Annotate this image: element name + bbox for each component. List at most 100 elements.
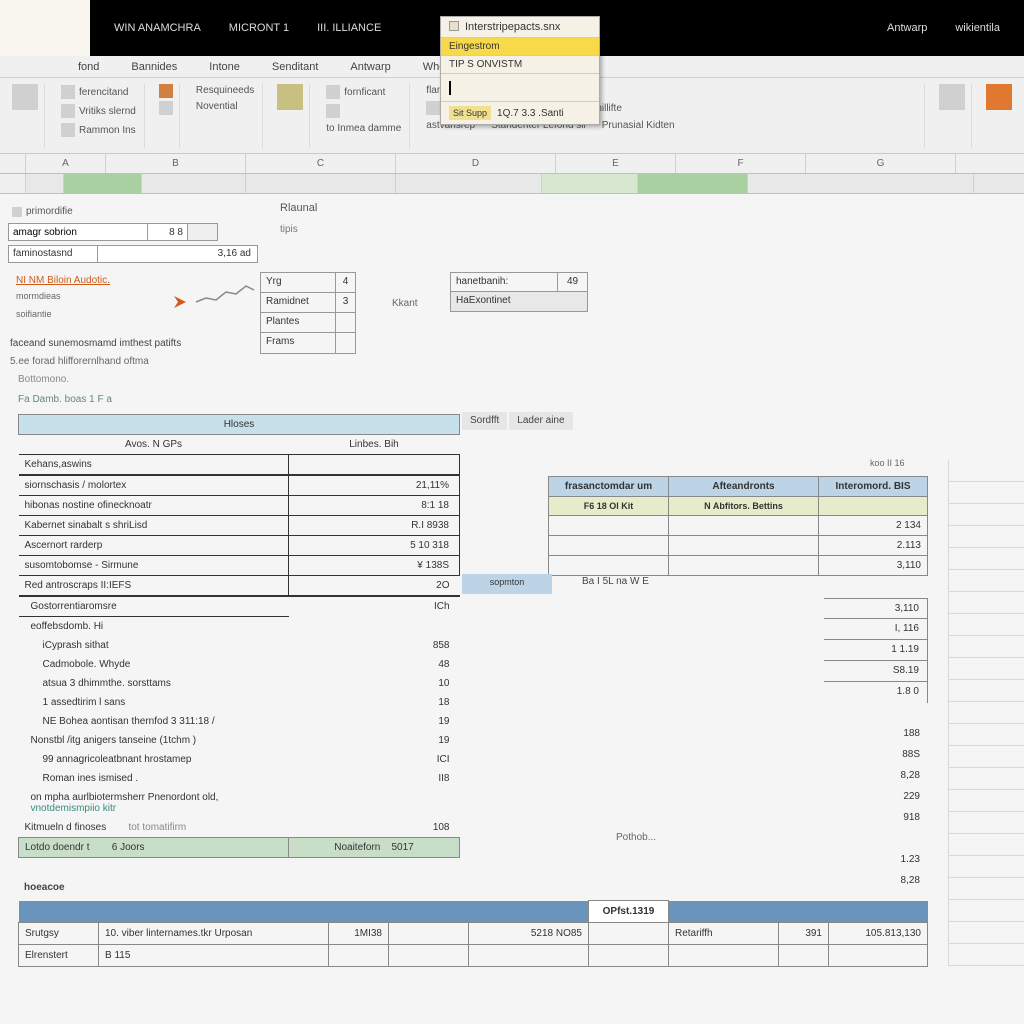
ribbon-btn-3[interactable]: Rammon Ins: [59, 122, 138, 138]
table-cell[interactable]: 5218 NO85: [469, 923, 589, 945]
format-icon[interactable]: [939, 84, 965, 110]
table-cell[interactable]: [669, 945, 779, 967]
titlebar-right-2[interactable]: wikientila: [951, 16, 1004, 40]
popup-input[interactable]: [441, 74, 599, 102]
table-row[interactable]: Roman ines ismised .: [19, 769, 289, 788]
table-cell[interactable]: [329, 945, 389, 967]
tab-1[interactable]: Sordfft: [462, 412, 507, 430]
ribbon-btn-6[interactable]: fornficant: [324, 84, 403, 100]
table-cell[interactable]: [589, 923, 669, 945]
rv-cell[interactable]: 8,28: [824, 871, 928, 892]
titlebar-tab-1[interactable]: WIN ANAMCHRA: [110, 16, 205, 40]
table-row[interactable]: 1 assedtirim l sans: [19, 693, 289, 712]
clipboard-icon[interactable]: [159, 101, 173, 115]
col-f[interactable]: F: [676, 154, 806, 173]
table-cell[interactable]: [589, 945, 669, 967]
ribbon-btn-2[interactable]: Vritiks slernd: [59, 103, 138, 119]
rv-cell[interactable]: I, 116: [824, 619, 928, 640]
table-row[interactable]: 99 annagricoleatbnant hrostamep: [19, 750, 289, 769]
table-cell[interactable]: [469, 945, 589, 967]
rv-cell[interactable]: 918: [824, 808, 928, 829]
rv-cell[interactable]: 3,110: [824, 598, 928, 619]
table-cell[interactable]: [549, 536, 669, 556]
titlebar-tab-3[interactable]: III. ILLIANCE: [313, 16, 385, 40]
ribbon-btn-14[interactable]: Prunasial Kidten: [600, 119, 677, 132]
table-cell[interactable]: 105.813,130: [829, 923, 928, 945]
col-d[interactable]: D: [396, 154, 556, 173]
rv-cell[interactable]: 1 1.19: [824, 640, 928, 661]
ribbon-btn-7[interactable]: [324, 103, 403, 119]
table-row[interactable]: Cadmobole. Whyde: [19, 655, 289, 674]
table-row[interactable]: iCyprash sithat: [19, 636, 289, 655]
table-cell[interactable]: 391: [779, 923, 829, 945]
titlebar-tab-2[interactable]: MICRONT 1: [225, 16, 293, 40]
table-cell[interactable]: [779, 945, 829, 967]
table-row[interactable]: Kehans,aswins: [19, 455, 289, 476]
table-row[interactable]: Kitmueln d finoses tot tomatifirm: [19, 818, 289, 838]
table-row[interactable]: Ascernort rarderp: [19, 536, 289, 556]
table-cell[interactable]: [669, 516, 819, 536]
table-cell[interactable]: [549, 516, 669, 536]
table-cell[interactable]: Retariffh: [669, 923, 779, 945]
table-cell[interactable]: Srutgsy: [19, 923, 99, 945]
col-a[interactable]: A: [26, 154, 106, 173]
tab-2[interactable]: Lader aine: [509, 412, 572, 430]
table-cell[interactable]: B 115: [99, 945, 329, 967]
ribbon-btn-5[interactable]: Novential: [194, 100, 256, 113]
table-cell[interactable]: Elrenstert: [19, 945, 99, 967]
table-row[interactable]: hibonas nostine ofinecknoatr: [19, 496, 289, 516]
table-row[interactable]: atsua 3 dhimmthe. sorsttams: [19, 674, 289, 693]
rv-cell[interactable]: 188: [824, 724, 928, 745]
menu-2[interactable]: Intone: [209, 61, 240, 73]
table-row[interactable]: NE Bohea aontisan thernfod 3 311:18 /: [19, 712, 289, 731]
rv-cell[interactable]: [824, 829, 928, 850]
clipboard-icon[interactable]: [159, 84, 173, 98]
menu-3[interactable]: Senditant: [272, 61, 318, 73]
table-cell[interactable]: 2.113: [819, 536, 928, 556]
rv-cell[interactable]: 1.23: [824, 850, 928, 871]
table-row[interactable]: susomtobomse - Sirmune: [19, 556, 289, 576]
col-e[interactable]: E: [556, 154, 676, 173]
ribbon-btn-1[interactable]: ferencitand: [59, 84, 138, 100]
table-row[interactable]: eoffebsdomb. Hi: [19, 617, 289, 637]
rv-cell[interactable]: 88S: [824, 745, 928, 766]
table-cell[interactable]: [829, 945, 928, 967]
table-cell[interactable]: 3,110: [819, 556, 928, 576]
table-row[interactable]: siornschasis / molortex: [19, 475, 289, 496]
table-row[interactable]: Nonstbl /itg anigers tanseine (1tchm ): [19, 731, 289, 750]
table-cell[interactable]: 1MI38: [329, 923, 389, 945]
rv-cell[interactable]: 229: [824, 787, 928, 808]
table-cell[interactable]: [389, 945, 469, 967]
table-cell[interactable]: [669, 556, 819, 576]
col-b[interactable]: B: [106, 154, 246, 173]
menu-4[interactable]: Antwarp: [350, 61, 390, 73]
menu-1[interactable]: Bannides: [131, 61, 177, 73]
spreadsheet-grid-blank[interactable]: [948, 460, 1024, 966]
rv-cell[interactable]: [824, 703, 928, 724]
rv-cell[interactable]: 8,28: [824, 766, 928, 787]
table-cell[interactable]: 10. viber linternames.tkr Urposan: [99, 923, 329, 945]
link-cell[interactable]: vnotdemismpiio kitr: [31, 803, 117, 814]
rv-cell[interactable]: 1.8 0: [824, 682, 928, 703]
table-row[interactable]: Gostorrentiaromsre: [19, 596, 289, 617]
app-icon-area[interactable]: [0, 0, 90, 56]
table-cell[interactable]: 2 134: [819, 516, 928, 536]
table-cell[interactable]: [669, 536, 819, 556]
paste-icon[interactable]: [12, 84, 38, 110]
brush-icon[interactable]: [277, 84, 303, 110]
scenario-select[interactable]: [8, 223, 148, 241]
table-cell[interactable]: [389, 923, 469, 945]
table-cell[interactable]: [549, 556, 669, 576]
menu-file[interactable]: fond: [78, 61, 99, 73]
rv-cell[interactable]: S8.19: [824, 661, 928, 682]
dropdown-icon[interactable]: [188, 223, 218, 241]
col-g[interactable]: G: [806, 154, 956, 173]
table-row[interactable]: Kabernet sinabalt s shriLisd: [19, 516, 289, 536]
ribbon-btn-4[interactable]: Resquineeds: [194, 84, 256, 97]
select-all-corner[interactable]: [0, 154, 26, 173]
function-icon[interactable]: [986, 84, 1012, 110]
table-row[interactable]: on mpha aurlbiotermsherr Pnenordont old,…: [19, 788, 289, 818]
titlebar-right-1[interactable]: Antwarp: [883, 16, 931, 40]
table-row[interactable]: Red antroscraps II:IEFS: [19, 576, 289, 597]
worksheet[interactable]: primordifie 8 8 faminostasnd 3,16 ad NI …: [0, 194, 1024, 1024]
